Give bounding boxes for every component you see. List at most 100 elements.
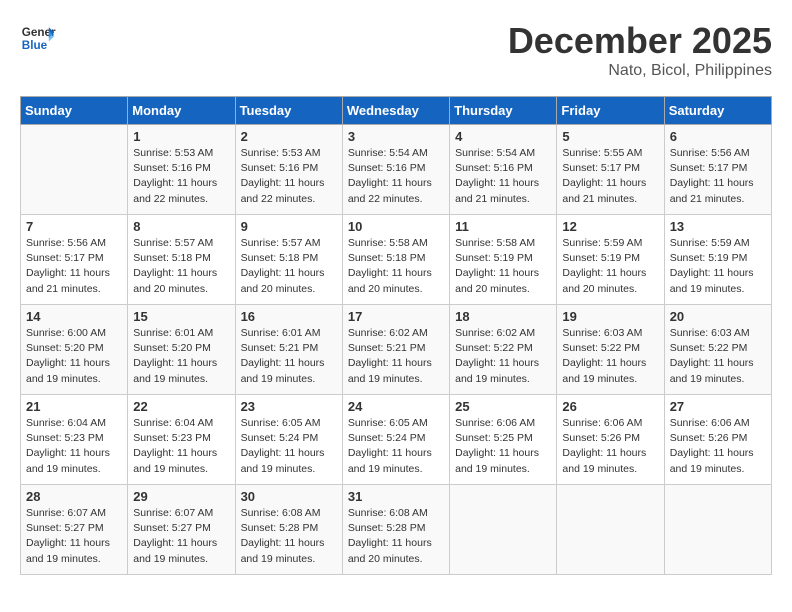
day-number: 8 bbox=[133, 219, 229, 234]
calendar-cell: 27Sunrise: 6:06 AM Sunset: 5:26 PM Dayli… bbox=[664, 395, 771, 485]
calendar-cell: 2 Sunrise: 5:53 AM Sunset: 5:16 PM Daylig… bbox=[235, 125, 342, 215]
day-number: 13 bbox=[670, 219, 766, 234]
calendar-cell: 7 Sunrise: 5:56 AM Sunset: 5:17 PM Daylig… bbox=[21, 215, 128, 305]
calendar-cell: 3 Sunrise: 5:54 AM Sunset: 5:16 PM Daylig… bbox=[342, 125, 449, 215]
calendar-cell: 1 Sunrise: 5:53 AM Sunset: 5:16 PM Daylig… bbox=[128, 125, 235, 215]
day-number: 18 bbox=[455, 309, 551, 324]
calendar-cell: 24 Sunrise: 6:05 AM Sunset: 5:24 PM Dayli… bbox=[342, 395, 449, 485]
day-of-week-header: Saturday bbox=[664, 97, 771, 125]
calendar-table: SundayMondayTuesdayWednesdayThursdayFrid… bbox=[20, 96, 772, 575]
day-info: Sunrise: 5:53 AM Sunset: 5:16 PM Dayligh… bbox=[241, 146, 337, 207]
day-number: 6 bbox=[670, 129, 766, 144]
day-number: 9 bbox=[241, 219, 337, 234]
day-number: 31 bbox=[348, 489, 444, 504]
day-info: Sunrise: 6:02 AM Sunset: 5:22 PM Dayligh… bbox=[455, 326, 551, 387]
day-info: Sunrise: 6:06 AM Sunset: 5:26 PM Dayligh… bbox=[562, 416, 658, 477]
day-info: Sunrise: 6:07 AM Sunset: 5:27 PM Dayligh… bbox=[26, 506, 122, 567]
day-info: Sunrise: 6:04 AM Sunset: 5:23 PM Dayligh… bbox=[133, 416, 229, 477]
day-info: Sunrise: 6:08 AM Sunset: 5:28 PM Dayligh… bbox=[348, 506, 444, 567]
day-of-week-header: Friday bbox=[557, 97, 664, 125]
calendar-week-row: 21 Sunrise: 6:04 AM Sunset: 5:23 PM Dayli… bbox=[21, 395, 772, 485]
month-year-title: December 2025 bbox=[508, 20, 772, 62]
day-info: Sunrise: 5:58 AM Sunset: 5:18 PM Dayligh… bbox=[348, 236, 444, 297]
calendar-week-row: 14 Sunrise: 6:00 AM Sunset: 5:20 PM Dayli… bbox=[21, 305, 772, 395]
day-info: Sunrise: 5:59 AM Sunset: 5:19 PM Dayligh… bbox=[562, 236, 658, 297]
calendar-cell: 12Sunrise: 5:59 AM Sunset: 5:19 PM Dayli… bbox=[557, 215, 664, 305]
calendar-cell: 15 Sunrise: 6:01 AM Sunset: 5:20 PM Dayli… bbox=[128, 305, 235, 395]
day-info: Sunrise: 5:56 AM Sunset: 5:17 PM Dayligh… bbox=[26, 236, 122, 297]
day-info: Sunrise: 6:08 AM Sunset: 5:28 PM Dayligh… bbox=[241, 506, 337, 567]
day-number: 11 bbox=[455, 219, 551, 234]
calendar-cell: 8Sunrise: 5:57 AM Sunset: 5:18 PM Daylig… bbox=[128, 215, 235, 305]
calendar-cell: 30 Sunrise: 6:08 AM Sunset: 5:28 PM Dayli… bbox=[235, 485, 342, 575]
title-block: December 2025 Nato, Bicol, Philippines bbox=[508, 20, 772, 80]
day-number: 23 bbox=[241, 399, 337, 414]
day-info: Sunrise: 5:54 AM Sunset: 5:16 PM Dayligh… bbox=[348, 146, 444, 207]
day-number: 1 bbox=[133, 129, 229, 144]
day-number: 27 bbox=[670, 399, 766, 414]
location-subtitle: Nato, Bicol, Philippines bbox=[508, 62, 772, 80]
calendar-cell: 29Sunrise: 6:07 AM Sunset: 5:27 PM Dayli… bbox=[128, 485, 235, 575]
logo-icon: General Blue bbox=[20, 20, 56, 56]
day-info: Sunrise: 5:55 AM Sunset: 5:17 PM Dayligh… bbox=[562, 146, 658, 207]
calendar-cell: 19 Sunrise: 6:03 AM Sunset: 5:22 PM Dayli… bbox=[557, 305, 664, 395]
svg-text:Blue: Blue bbox=[22, 39, 48, 52]
day-number: 29 bbox=[133, 489, 229, 504]
calendar-week-row: 7 Sunrise: 5:56 AM Sunset: 5:17 PM Daylig… bbox=[21, 215, 772, 305]
day-number: 3 bbox=[348, 129, 444, 144]
day-of-week-header: Tuesday bbox=[235, 97, 342, 125]
calendar-cell: 13 Sunrise: 5:59 AM Sunset: 5:19 PM Dayli… bbox=[664, 215, 771, 305]
day-number: 10 bbox=[348, 219, 444, 234]
calendar-cell: 31 Sunrise: 6:08 AM Sunset: 5:28 PM Dayli… bbox=[342, 485, 449, 575]
day-number: 26 bbox=[562, 399, 658, 414]
day-info: Sunrise: 6:05 AM Sunset: 5:24 PM Dayligh… bbox=[241, 416, 337, 477]
day-info: Sunrise: 6:05 AM Sunset: 5:24 PM Dayligh… bbox=[348, 416, 444, 477]
day-number: 25 bbox=[455, 399, 551, 414]
calendar-cell: 11Sunrise: 5:58 AM Sunset: 5:19 PM Dayli… bbox=[450, 215, 557, 305]
day-number: 24 bbox=[348, 399, 444, 414]
day-number: 16 bbox=[241, 309, 337, 324]
calendar-week-row: 28Sunrise: 6:07 AM Sunset: 5:27 PM Dayli… bbox=[21, 485, 772, 575]
calendar-cell: 25Sunrise: 6:06 AM Sunset: 5:25 PM Dayli… bbox=[450, 395, 557, 485]
calendar-cell: 4 Sunrise: 5:54 AM Sunset: 5:16 PM Daylig… bbox=[450, 125, 557, 215]
calendar-cell: 16Sunrise: 6:01 AM Sunset: 5:21 PM Dayli… bbox=[235, 305, 342, 395]
calendar-cell: 22 Sunrise: 6:04 AM Sunset: 5:23 PM Dayli… bbox=[128, 395, 235, 485]
day-number: 4 bbox=[455, 129, 551, 144]
page-header: General Blue December 2025 Nato, Bicol, … bbox=[20, 20, 772, 80]
day-number: 30 bbox=[241, 489, 337, 504]
day-of-week-header: Monday bbox=[128, 97, 235, 125]
day-number: 22 bbox=[133, 399, 229, 414]
day-info: Sunrise: 5:54 AM Sunset: 5:16 PM Dayligh… bbox=[455, 146, 551, 207]
day-number: 15 bbox=[133, 309, 229, 324]
day-number: 2 bbox=[241, 129, 337, 144]
calendar-cell: 10 Sunrise: 5:58 AM Sunset: 5:18 PM Dayli… bbox=[342, 215, 449, 305]
day-info: Sunrise: 5:53 AM Sunset: 5:16 PM Dayligh… bbox=[133, 146, 229, 207]
calendar-header-row: SundayMondayTuesdayWednesdayThursdayFrid… bbox=[21, 97, 772, 125]
calendar-cell: 21 Sunrise: 6:04 AM Sunset: 5:23 PM Dayli… bbox=[21, 395, 128, 485]
calendar-week-row: 1 Sunrise: 5:53 AM Sunset: 5:16 PM Daylig… bbox=[21, 125, 772, 215]
day-of-week-header: Sunday bbox=[21, 97, 128, 125]
day-info: Sunrise: 6:01 AM Sunset: 5:20 PM Dayligh… bbox=[133, 326, 229, 387]
day-number: 21 bbox=[26, 399, 122, 414]
calendar-cell bbox=[450, 485, 557, 575]
calendar-cell: 20Sunrise: 6:03 AM Sunset: 5:22 PM Dayli… bbox=[664, 305, 771, 395]
day-of-week-header: Wednesday bbox=[342, 97, 449, 125]
day-number: 14 bbox=[26, 309, 122, 324]
day-of-week-header: Thursday bbox=[450, 97, 557, 125]
day-info: Sunrise: 6:03 AM Sunset: 5:22 PM Dayligh… bbox=[562, 326, 658, 387]
calendar-cell bbox=[664, 485, 771, 575]
day-info: Sunrise: 6:00 AM Sunset: 5:20 PM Dayligh… bbox=[26, 326, 122, 387]
day-number: 7 bbox=[26, 219, 122, 234]
day-info: Sunrise: 5:57 AM Sunset: 5:18 PM Dayligh… bbox=[241, 236, 337, 297]
calendar-cell: 18 Sunrise: 6:02 AM Sunset: 5:22 PM Dayli… bbox=[450, 305, 557, 395]
day-info: Sunrise: 6:02 AM Sunset: 5:21 PM Dayligh… bbox=[348, 326, 444, 387]
calendar-cell: 26 Sunrise: 6:06 AM Sunset: 5:26 PM Dayli… bbox=[557, 395, 664, 485]
calendar-cell: 28Sunrise: 6:07 AM Sunset: 5:27 PM Dayli… bbox=[21, 485, 128, 575]
day-number: 19 bbox=[562, 309, 658, 324]
calendar-cell: 9 Sunrise: 5:57 AM Sunset: 5:18 PM Daylig… bbox=[235, 215, 342, 305]
day-info: Sunrise: 5:59 AM Sunset: 5:19 PM Dayligh… bbox=[670, 236, 766, 297]
day-number: 5 bbox=[562, 129, 658, 144]
day-number: 20 bbox=[670, 309, 766, 324]
day-info: Sunrise: 6:04 AM Sunset: 5:23 PM Dayligh… bbox=[26, 416, 122, 477]
calendar-cell: 23 Sunrise: 6:05 AM Sunset: 5:24 PM Dayli… bbox=[235, 395, 342, 485]
